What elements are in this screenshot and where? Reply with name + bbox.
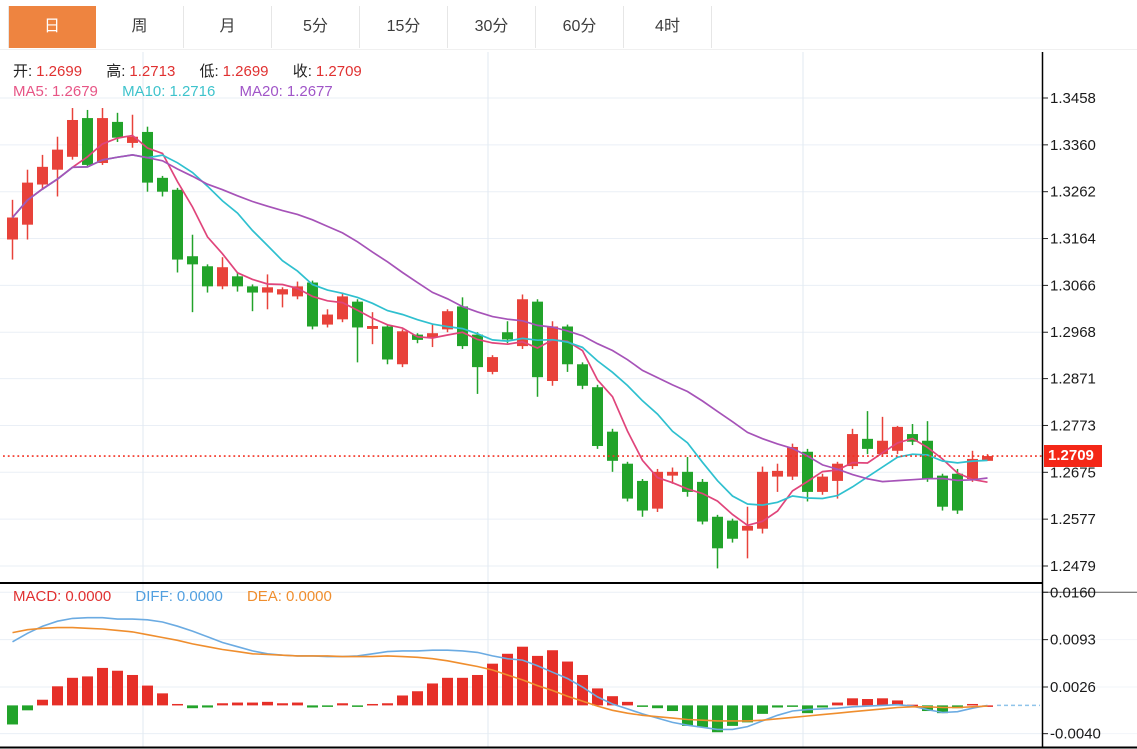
timeframe-tab-bar: 日 周 月 5分 15分 30分 60分 4时 [8, 6, 712, 48]
tab-30min[interactable]: 30分 [448, 6, 536, 48]
panel-borders [0, 52, 1137, 748]
tab-4hour[interactable]: 4时 [624, 6, 712, 48]
main-y-axis-label: 1.2968 [1050, 324, 1096, 341]
dea-line [13, 628, 988, 721]
main-y-axis-label: 1.3458 [1050, 90, 1096, 107]
main-y-axis-label: 1.3360 [1050, 137, 1096, 154]
main-y-axis-label: 1.3262 [1050, 184, 1096, 201]
candlestick-chart[interactable]: 1.3458 1.3360 1.3262 1.3164 1.3066 1.2968 1.28… [0, 0, 1137, 749]
tab-week[interactable]: 周 [96, 6, 184, 48]
main-y-axis-label: 1.2871 [1050, 371, 1096, 388]
tab-bar-underline [0, 49, 1137, 50]
main-y-axis-label: 1.2479 [1050, 558, 1096, 575]
ma10-line [13, 155, 988, 505]
macd-y-axis-label: -0.0040 [1050, 726, 1101, 743]
grid-lines [0, 52, 1137, 747]
price-tag: 1.2709 [1044, 445, 1102, 467]
macd-y-axis-label: 0.0093 [1050, 632, 1096, 649]
tab-5min[interactable]: 5分 [272, 6, 360, 48]
main-y-axis-label: 1.3164 [1050, 231, 1096, 248]
tab-15min[interactable]: 15分 [360, 6, 448, 48]
macd-y-axis-label: 0.0160 [1050, 584, 1096, 601]
tab-60min[interactable]: 60分 [536, 6, 624, 48]
tab-day[interactable]: 日 [8, 6, 96, 48]
ma20-line [13, 155, 988, 482]
main-y-axis-label: 1.2577 [1050, 511, 1096, 528]
main-y-axis-label: 1.3066 [1050, 277, 1096, 294]
y-axis-labels: 1.3458 1.3360 1.3262 1.3164 1.3066 1.2968 1.28… [1042, 90, 1101, 743]
tab-month[interactable]: 月 [184, 6, 272, 48]
macd-histogram [7, 647, 993, 733]
trading-chart-screen: 1.3458 1.3360 1.3262 1.3164 1.3066 1.2968 1.28… [0, 0, 1137, 749]
macd-y-axis-label: 0.0026 [1050, 679, 1096, 696]
candles-layer [7, 108, 993, 568]
main-y-axis-label: 1.2773 [1050, 417, 1096, 434]
